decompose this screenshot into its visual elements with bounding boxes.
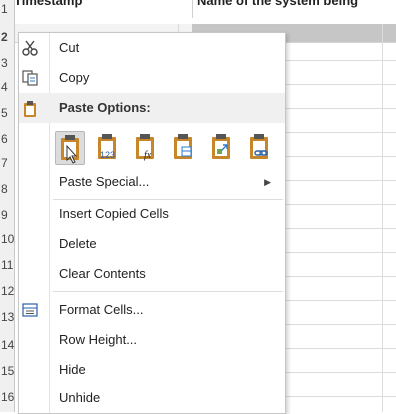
paste-link-icon[interactable] — [245, 131, 273, 163]
format-cells-menu-item[interactable]: Format Cells... — [19, 295, 285, 325]
hide-menu-item[interactable]: Hide — [19, 355, 285, 385]
clear-contents-label: Clear Contents — [59, 266, 146, 281]
paste-special-label: Paste Special... — [59, 174, 150, 189]
row-number[interactable]: 11 — [0, 258, 15, 272]
paste-options-label: Paste Options: — [59, 100, 151, 115]
svg-text:123: 123 — [100, 150, 115, 160]
row-number[interactable]: 13 — [0, 310, 15, 324]
column-a-header[interactable]: Timestamp — [14, 0, 180, 18]
row-number[interactable]: 15 — [0, 364, 15, 378]
paste-special-menu-item[interactable]: Paste Special... ▶ — [19, 167, 285, 197]
column-divider — [382, 24, 383, 412]
menu-separator — [53, 291, 283, 292]
context-menu: Cut Copy Paste Options: 123 fx Paste Spe… — [18, 32, 286, 414]
submenu-arrow-icon: ▶ — [264, 177, 271, 187]
svg-text:fx: fx — [144, 150, 152, 161]
paste-values-icon[interactable]: 123 — [93, 131, 121, 163]
row-number[interactable]: 2 — [0, 30, 15, 44]
row-height-menu-item[interactable]: Row Height... — [19, 325, 285, 355]
unhide-menu-item[interactable]: Unhide — [19, 383, 285, 413]
format-cells-icon — [21, 301, 39, 319]
insert-copied-cells-label: Insert Copied Cells — [59, 206, 169, 221]
paste-formulas-icon[interactable]: fx — [131, 131, 159, 163]
row-number[interactable]: 1 — [0, 2, 15, 16]
row-number[interactable]: 12 — [0, 284, 15, 298]
format-cells-label: Format Cells... — [59, 302, 144, 317]
copy-label: Copy — [59, 70, 90, 85]
paste-icon[interactable] — [55, 131, 85, 165]
row-number[interactable]: 3 — [0, 56, 15, 70]
cut-label: Cut — [59, 40, 80, 55]
copy-icon — [21, 69, 39, 87]
paste-options-toolbar: 123 fx — [49, 127, 285, 171]
row-number[interactable]: 7 — [0, 156, 15, 170]
paste-transpose-icon[interactable] — [207, 131, 235, 163]
unhide-label: Unhide — [59, 390, 101, 405]
row-height-label: Row Height... — [59, 332, 138, 347]
delete-menu-item[interactable]: Delete — [19, 229, 285, 259]
cut-menu-item[interactable]: Cut — [19, 33, 285, 63]
clipboard-icon — [21, 99, 39, 117]
hide-label: Hide — [59, 362, 86, 377]
row-number[interactable]: 8 — [0, 182, 15, 196]
row-number[interactable]: 5 — [0, 106, 15, 120]
clear-contents-menu-item[interactable]: Clear Contents — [19, 259, 285, 289]
column-b-header[interactable]: Name of the system being — [192, 0, 387, 18]
row-number[interactable]: 16 — [0, 390, 15, 404]
row-number[interactable]: 9 — [0, 208, 15, 222]
paste-formatting-icon[interactable] — [169, 131, 197, 163]
paste-options-header: Paste Options: — [19, 93, 285, 123]
row-number[interactable]: 10 — [0, 232, 15, 246]
row-number[interactable]: 6 — [0, 132, 15, 146]
row-number[interactable]: 14 — [0, 338, 15, 352]
scissors-icon — [21, 39, 39, 57]
row-number[interactable]: 4 — [0, 80, 15, 94]
copy-menu-item[interactable]: Copy — [19, 63, 285, 93]
delete-label: Delete — [59, 236, 97, 251]
insert-copied-cells-menu-item[interactable]: Insert Copied Cells — [19, 199, 285, 229]
